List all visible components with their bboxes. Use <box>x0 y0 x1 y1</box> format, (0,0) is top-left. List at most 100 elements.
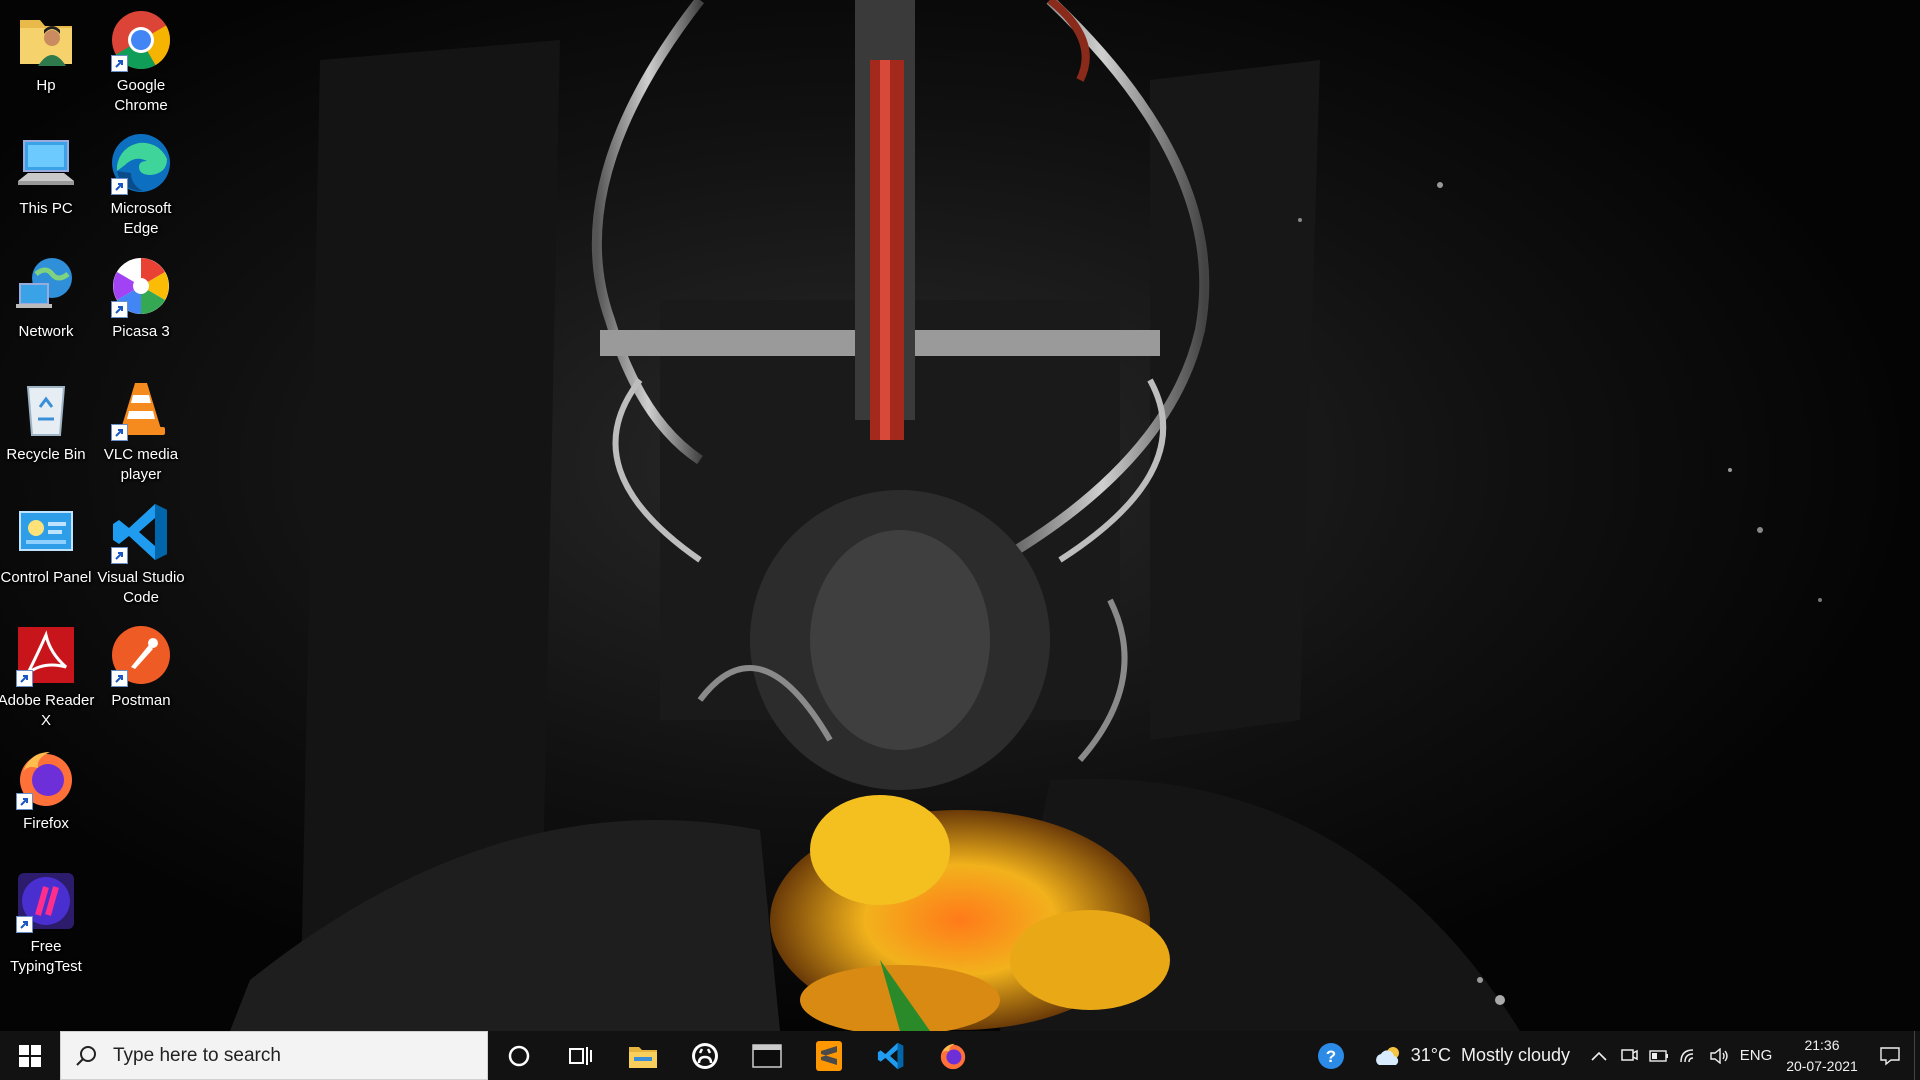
action-center-button[interactable] <box>1866 1031 1914 1080</box>
icon-label: Adobe Reader X <box>0 692 95 729</box>
clock: 21:36 20-07-2021 <box>1786 1035 1858 1077</box>
picasa-icon <box>109 254 173 318</box>
icon-label: Network <box>18 323 74 340</box>
task-view-button[interactable] <box>550 1031 612 1080</box>
shortcut-arrow-icon <box>111 424 128 441</box>
vlc-icon <box>109 377 173 441</box>
desktop-icon-hp[interactable]: Hp <box>0 2 92 120</box>
icon-label: Control Panel <box>0 569 92 586</box>
taskbar-file-explorer[interactable] <box>612 1031 674 1080</box>
firefox-icon <box>14 746 78 810</box>
shortcut-arrow-icon <box>111 547 128 564</box>
shortcut-arrow-icon <box>111 178 128 195</box>
vscode-icon <box>109 500 173 564</box>
desktop-icon-vlc-media-player[interactable]: VLC media player <box>95 371 187 489</box>
windows-logo-icon <box>19 1044 41 1067</box>
icon-label: Microsoft Edge <box>110 200 172 237</box>
show-desktop-button[interactable] <box>1914 1031 1920 1080</box>
shortcut-arrow-icon <box>111 301 128 318</box>
desktop-icon-network[interactable]: Network <box>0 248 92 366</box>
help-button[interactable]: ? <box>1301 1031 1361 1080</box>
desktop-icon-picasa-3[interactable]: Picasa 3 <box>95 248 187 366</box>
desktop-icon-google-chrome[interactable]: Google Chrome <box>95 2 187 120</box>
network-icon <box>14 254 78 318</box>
shortcut-arrow-icon <box>16 793 33 810</box>
computer-icon <box>14 131 78 195</box>
user-folder-icon <box>14 8 78 72</box>
taskbar-sublime-text[interactable] <box>798 1031 860 1080</box>
weather-widget[interactable]: 31°C Mostly cloudy <box>1361 1031 1584 1080</box>
github-icon <box>692 1042 718 1069</box>
icon-label: Free TypingTest <box>10 938 82 975</box>
meet-now-button[interactable] <box>1614 1031 1644 1080</box>
desktop-icon-control-panel[interactable]: Control Panel <box>0 494 92 612</box>
typing-test-icon <box>14 869 78 933</box>
battery-icon <box>1649 1049 1668 1062</box>
weather-text: 31°C Mostly cloudy <box>1411 1045 1570 1066</box>
show-hidden-icons-button[interactable] <box>1584 1031 1614 1080</box>
desktop-icon-adobe-reader-x[interactable]: Adobe Reader X <box>0 617 94 735</box>
task-view-icon <box>569 1046 592 1065</box>
language-indicator: ENG <box>1739 1047 1773 1064</box>
icon-label: Recycle Bin <box>6 446 86 463</box>
recycle-bin-icon <box>14 377 78 441</box>
sublime-text-icon <box>816 1040 842 1071</box>
chevron-up-icon <box>1591 1051 1607 1061</box>
cortana-button[interactable] <box>488 1031 550 1080</box>
icon-label: This PC <box>19 200 73 217</box>
volume-icon <box>1710 1047 1728 1064</box>
desktop-icon-this-pc[interactable]: This PC <box>0 125 92 243</box>
file-explorer-icon <box>629 1046 657 1068</box>
desktop-icon-microsoft-edge[interactable]: Microsoft Edge <box>95 125 187 243</box>
icon-label: Firefox <box>23 815 69 832</box>
shortcut-arrow-icon <box>16 670 33 687</box>
edge-icon <box>109 131 173 195</box>
volume-button[interactable] <box>1704 1031 1734 1080</box>
clock-date: 20-07-2021 <box>1786 1057 1858 1074</box>
taskbar-vscode[interactable] <box>860 1031 922 1080</box>
desktop-icon-visual-studio-code[interactable]: Visual Studio Code <box>95 494 187 612</box>
cloud-icon <box>1375 1046 1399 1065</box>
shortcut-arrow-icon <box>16 916 33 933</box>
svg-text:?: ? <box>1326 1047 1336 1066</box>
icon-label: Postman <box>111 692 171 709</box>
chrome-icon <box>109 8 173 72</box>
start-button[interactable] <box>0 1031 60 1080</box>
desktop-icon-free-typingtest[interactable]: Free TypingTest <box>0 863 92 981</box>
clock-button[interactable]: 21:36 20-07-2021 <box>1778 1031 1866 1080</box>
meet-now-icon <box>1621 1048 1638 1061</box>
icon-label: Google Chrome <box>114 77 168 114</box>
search-icon <box>61 1045 111 1067</box>
desktop-icon-firefox[interactable]: Firefox <box>0 740 92 858</box>
battery-button[interactable] <box>1644 1031 1674 1080</box>
taskbar-search-box[interactable] <box>60 1031 488 1080</box>
taskbar-terminal[interactable] <box>736 1031 798 1080</box>
wifi-icon <box>1680 1048 1694 1062</box>
icon-label: Picasa 3 <box>112 323 170 340</box>
adobe-reader-icon <box>14 623 78 687</box>
wifi-button[interactable] <box>1674 1031 1704 1080</box>
language-button[interactable]: ENG <box>1734 1031 1778 1080</box>
icon-label: Visual Studio Code <box>97 569 185 606</box>
firefox-icon <box>940 1043 966 1069</box>
control-panel-icon <box>14 500 78 564</box>
taskbar-github-desktop[interactable] <box>674 1031 736 1080</box>
search-input[interactable] <box>111 1043 465 1068</box>
shortcut-arrow-icon <box>111 670 128 687</box>
help-icon: ? <box>1317 1042 1344 1069</box>
weather-condition: Mostly cloudy <box>1460 1045 1570 1065</box>
action-center-icon <box>1880 1046 1900 1065</box>
weather-temp: 31°C <box>1410 1045 1451 1065</box>
desktop-wallpaper <box>0 0 1920 1031</box>
shortcut-arrow-icon <box>111 55 128 72</box>
terminal-icon <box>752 1043 782 1068</box>
desktop-icon-recycle-bin[interactable]: Recycle Bin <box>0 371 92 489</box>
icon-label: Hp <box>36 77 56 94</box>
taskbar-firefox[interactable] <box>922 1031 984 1080</box>
clock-time: 21:36 <box>1804 1036 1840 1053</box>
taskbar: ? 31°C Mostly cloudy ENG 21:36 20-07-202… <box>0 1031 1920 1080</box>
icon-label: VLC media player <box>103 446 179 483</box>
vscode-icon <box>877 1042 904 1069</box>
desktop-icon-postman[interactable]: Postman <box>95 617 187 735</box>
cortana-icon <box>508 1045 530 1066</box>
